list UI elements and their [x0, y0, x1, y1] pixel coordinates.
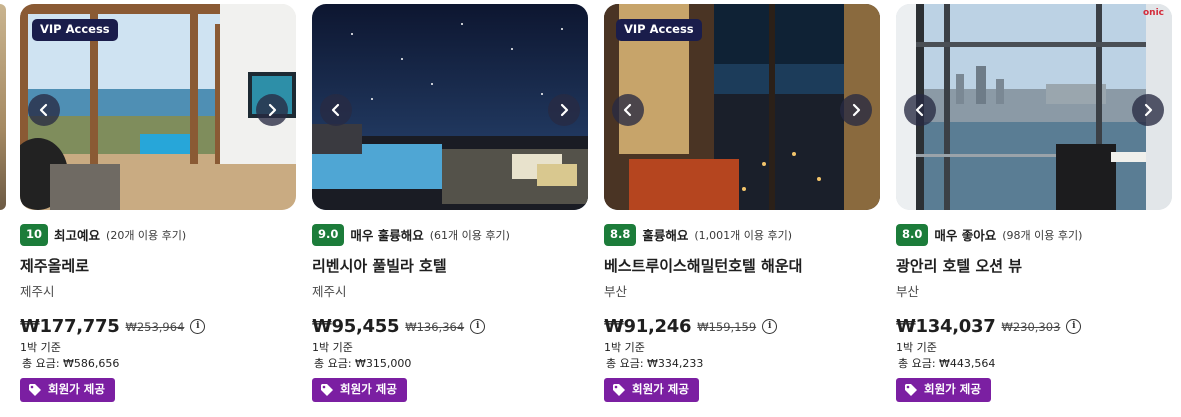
next-photo-button[interactable]	[548, 94, 580, 126]
tag-icon	[29, 384, 41, 396]
current-price: ₩91,246	[604, 316, 692, 337]
tag-icon	[321, 384, 333, 396]
per-night-label: 1박 기준	[20, 341, 61, 354]
original-price: ₩159,159	[697, 319, 757, 334]
hotel-card-2[interactable]: 9.0 매우 훌륭해요 (61개 이용 후기) 리벤시아 풀빌라 호텔 제주시 …	[312, 4, 588, 414]
rating-row: 10 최고예요 (20개 이용 후기)	[20, 224, 186, 246]
score-badge: 8.0	[896, 224, 929, 246]
current-price: ₩177,775	[20, 316, 120, 337]
member-price-label: 회원가 제공	[924, 382, 981, 397]
member-price-badge: 회원가 제공	[896, 378, 991, 402]
chevron-right-icon	[268, 103, 277, 117]
rating-label: 매우 훌륭해요	[350, 228, 424, 244]
original-price: ₩253,964	[125, 319, 185, 334]
chevron-left-icon	[623, 103, 632, 117]
hotel-photo[interactable]: VIP Access	[604, 4, 880, 210]
photo-watermark: onic	[1142, 8, 1164, 18]
rating-row: 9.0 매우 훌륭해요 (61개 이용 후기)	[312, 224, 510, 246]
hotel-card-1[interactable]: VIP Access 10 최고예요 (20개 이용 후기) 제주올레로 제주시…	[20, 4, 296, 414]
rating-row: 8.8 훌륭해요 (1,001개 이용 후기)	[604, 224, 792, 246]
price-row: ₩134,037 ₩230,303 i	[896, 316, 1082, 337]
hotel-location: 제주시	[312, 284, 347, 299]
previous-card-edge	[0, 4, 6, 210]
hotel-photo-image	[312, 4, 588, 210]
price-row: ₩95,455 ₩136,364 i	[312, 316, 486, 337]
next-photo-button[interactable]	[1132, 94, 1164, 126]
total-price: 총 요금: ₩315,000	[314, 357, 412, 370]
total-price: 총 요금: ₩586,656	[22, 357, 120, 370]
hotel-card-4[interactable]: onic 8.0 매우 좋아요 (98개 이용 후기) 광안리 호텔 오션 뷰 …	[896, 4, 1172, 414]
next-photo-button[interactable]	[256, 94, 288, 126]
info-icon[interactable]: i	[762, 319, 778, 334]
review-count: (20개 이용 후기)	[106, 228, 187, 242]
tag-icon	[905, 384, 917, 396]
info-icon[interactable]: i	[470, 319, 486, 334]
score-badge: 10	[20, 224, 49, 246]
score-badge: 9.0	[312, 224, 345, 246]
current-price: ₩134,037	[896, 316, 996, 337]
member-price-label: 회원가 제공	[48, 382, 105, 397]
price-row: ₩91,246 ₩159,159 i	[604, 316, 778, 337]
hotel-photo[interactable]	[312, 4, 588, 210]
chevron-right-icon	[852, 103, 861, 117]
member-price-badge: 회원가 제공	[312, 378, 407, 402]
tag-icon	[613, 384, 625, 396]
hotel-location: 부산	[604, 284, 628, 299]
current-price: ₩95,455	[312, 316, 400, 337]
hotel-photo-image	[896, 4, 1172, 210]
previous-photo-button[interactable]	[904, 94, 936, 126]
review-count: (98개 이용 후기)	[1002, 228, 1083, 242]
info-icon[interactable]: i	[1066, 319, 1082, 334]
chevron-right-icon	[1144, 103, 1153, 117]
hotel-location: 부산	[896, 284, 920, 299]
previous-photo-button[interactable]	[612, 94, 644, 126]
chevron-left-icon	[331, 103, 340, 117]
hotel-photo[interactable]: onic	[896, 4, 1172, 210]
per-night-label: 1박 기준	[604, 341, 645, 354]
member-price-label: 회원가 제공	[632, 382, 689, 397]
price-row: ₩177,775 ₩253,964 i	[20, 316, 206, 337]
per-night-label: 1박 기준	[896, 341, 937, 354]
member-price-badge: 회원가 제공	[604, 378, 699, 402]
total-price: 총 요금: ₩334,233	[606, 357, 704, 370]
rating-row: 8.0 매우 좋아요 (98개 이용 후기)	[896, 224, 1082, 246]
review-count: (1,001개 이용 후기)	[694, 228, 793, 242]
member-price-badge: 회원가 제공	[20, 378, 115, 402]
chevron-left-icon	[915, 103, 924, 117]
previous-photo-button[interactable]	[28, 94, 60, 126]
info-icon[interactable]: i	[190, 319, 206, 334]
next-photo-button[interactable]	[840, 94, 872, 126]
hotel-name[interactable]: 광안리 호텔 오션 뷰	[896, 255, 1022, 276]
previous-photo-button[interactable]	[320, 94, 352, 126]
hotel-name[interactable]: 제주올레로	[20, 255, 89, 276]
vip-access-badge: VIP Access	[32, 19, 118, 41]
hotel-name[interactable]: 리벤시아 풀빌라 호텔	[312, 255, 447, 276]
vip-access-badge: VIP Access	[616, 19, 702, 41]
score-badge: 8.8	[604, 224, 637, 246]
hotel-card-3[interactable]: VIP Access 8.8 훌륭해요 (1,001개 이용 후기) 베스트루이…	[604, 4, 880, 414]
original-price: ₩230,303	[1001, 319, 1061, 334]
member-price-label: 회원가 제공	[340, 382, 397, 397]
hotel-location: 제주시	[20, 284, 55, 299]
per-night-label: 1박 기준	[312, 341, 353, 354]
rating-label: 훌륭해요	[642, 228, 689, 244]
rating-label: 매우 좋아요	[934, 228, 997, 244]
hotel-name[interactable]: 베스트루이스해밀턴호텔 해운대	[604, 255, 802, 276]
chevron-left-icon	[39, 103, 48, 117]
total-price: 총 요금: ₩443,564	[898, 357, 996, 370]
rating-label: 최고예요	[54, 228, 101, 244]
review-count: (61개 이용 후기)	[429, 228, 510, 242]
hotel-photo[interactable]: VIP Access	[20, 4, 296, 210]
original-price: ₩136,364	[405, 319, 465, 334]
chevron-right-icon	[560, 103, 569, 117]
